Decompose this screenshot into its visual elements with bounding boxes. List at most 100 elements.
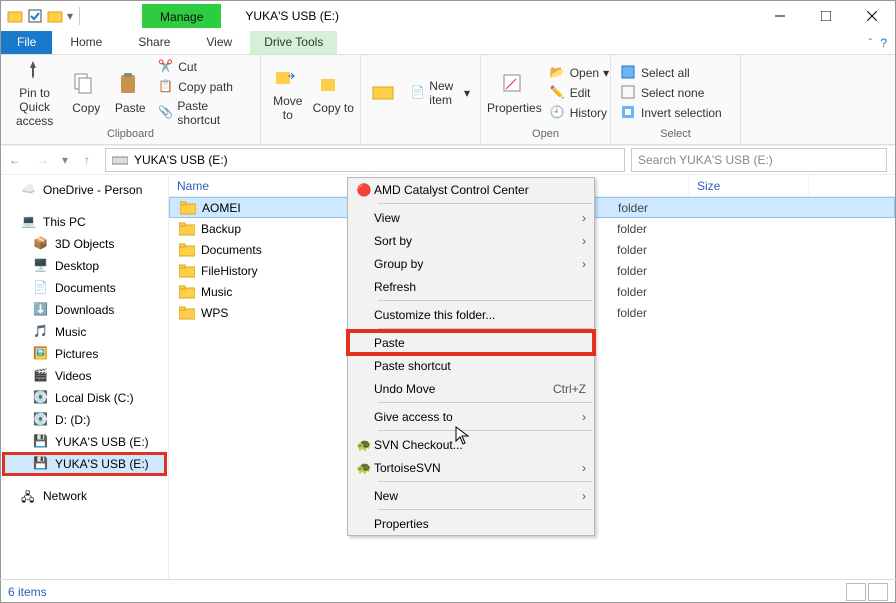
edit-button[interactable]: ✏️Edit bbox=[546, 84, 613, 102]
ribbon-collapse-icon[interactable]: ˇ bbox=[868, 36, 872, 50]
maximize-button[interactable] bbox=[803, 1, 849, 31]
tree-item[interactable]: 💾YUKA'S USB (E:) bbox=[3, 453, 166, 475]
ctx-customize[interactable]: Customize this folder... bbox=[348, 303, 594, 326]
ctx-view[interactable]: View› bbox=[348, 206, 594, 229]
new-item-icon: 📄 bbox=[410, 85, 425, 101]
cut-icon: ✂️ bbox=[158, 59, 174, 75]
tree-icon: 🖥️ bbox=[33, 258, 49, 274]
view-tab[interactable]: View bbox=[188, 31, 250, 54]
folder-icon bbox=[179, 222, 195, 236]
view-details-button[interactable] bbox=[846, 583, 866, 601]
ctx-refresh[interactable]: Refresh bbox=[348, 275, 594, 298]
share-tab[interactable]: Share bbox=[120, 31, 188, 54]
column-name[interactable]: Name bbox=[169, 175, 369, 196]
contextual-tab-label: Manage bbox=[142, 4, 221, 28]
history-button[interactable]: 🕘History bbox=[546, 104, 613, 122]
copy-to-button[interactable]: Copy to bbox=[313, 58, 355, 128]
move-icon bbox=[274, 64, 302, 92]
ctx-undo[interactable]: Undo MoveCtrl+Z bbox=[348, 377, 594, 400]
select-none-button[interactable]: Select none bbox=[617, 84, 726, 102]
folder-icon bbox=[179, 306, 195, 320]
properties-button[interactable]: Properties bbox=[487, 58, 542, 128]
network-icon: 🖧 bbox=[21, 488, 37, 504]
invert-selection-icon bbox=[621, 105, 637, 121]
amd-icon: 🔴 bbox=[354, 183, 374, 197]
tree-icon: 💽 bbox=[33, 390, 49, 406]
qat-dropdown-icon[interactable]: ▾ bbox=[67, 9, 73, 23]
folder-icon bbox=[179, 243, 195, 257]
view-large-button[interactable] bbox=[868, 583, 888, 601]
up-button[interactable]: ↑ bbox=[73, 153, 101, 167]
window-title: YUKA'S USB (E:) bbox=[245, 9, 339, 23]
ctx-tortoisesvn[interactable]: 🐢TortoiseSVN› bbox=[348, 456, 594, 479]
drive-icon bbox=[112, 154, 128, 166]
tree-item[interactable]: 📄Documents bbox=[3, 277, 166, 299]
breadcrumb-text: YUKA'S USB (E:) bbox=[134, 153, 228, 167]
new-item-button[interactable]: 📄New item▾ bbox=[406, 78, 474, 108]
paste-shortcut-button[interactable]: 📎Paste shortcut bbox=[154, 98, 254, 128]
folder-icon bbox=[179, 285, 195, 299]
tree-onedrive[interactable]: ☁️OneDrive - Person bbox=[3, 179, 166, 201]
move-to-button[interactable]: Move to bbox=[267, 58, 309, 128]
folder-icon bbox=[7, 8, 23, 24]
help-icon[interactable]: ? bbox=[880, 36, 887, 50]
select-all-button[interactable]: Select all bbox=[617, 64, 726, 82]
tree-item[interactable]: 💽D: (D:) bbox=[3, 409, 166, 431]
tree-icon: 📄 bbox=[33, 280, 49, 296]
tortoise-icon: 🐢 bbox=[354, 461, 374, 475]
tree-this-pc[interactable]: 💻This PC bbox=[3, 211, 166, 233]
ctx-new[interactable]: New› bbox=[348, 484, 594, 507]
cut-button[interactable]: ✂️Cut bbox=[154, 58, 254, 76]
tree-item[interactable]: 💾YUKA'S USB (E:) bbox=[3, 431, 166, 453]
checkbox-icon[interactable] bbox=[27, 8, 43, 24]
tree-item[interactable]: 💽Local Disk (C:) bbox=[3, 387, 166, 409]
copy-button[interactable]: Copy bbox=[66, 58, 106, 128]
copy-to-icon bbox=[319, 71, 347, 99]
back-button[interactable]: ← bbox=[1, 153, 29, 167]
pin-icon bbox=[21, 58, 49, 84]
copy-path-button[interactable]: 📋Copy path bbox=[154, 78, 254, 96]
ctx-svn-checkout[interactable]: 🐢SVN Checkout... bbox=[348, 433, 594, 456]
tree-item[interactable]: ⬇️Downloads bbox=[3, 299, 166, 321]
open-icon: 📂 bbox=[550, 65, 566, 81]
tree-item[interactable]: 🎬Videos bbox=[3, 365, 166, 387]
ctx-paste[interactable]: Paste bbox=[348, 331, 594, 354]
open-button[interactable]: 📂Open▾ bbox=[546, 64, 613, 82]
ctx-group[interactable]: Group by› bbox=[348, 252, 594, 275]
forward-button[interactable]: → bbox=[29, 153, 57, 167]
ctx-give-access[interactable]: Give access to› bbox=[348, 405, 594, 428]
folder2-icon[interactable] bbox=[47, 8, 63, 24]
tree-network[interactable]: 🖧Network bbox=[3, 485, 166, 507]
home-tab[interactable]: Home bbox=[52, 31, 120, 54]
paste-icon bbox=[116, 71, 144, 99]
tree-item[interactable]: 📦3D Objects bbox=[3, 233, 166, 255]
recent-dropdown[interactable]: ▾ bbox=[57, 153, 73, 167]
drive-tools-tab[interactable]: Drive Tools bbox=[250, 31, 337, 54]
status-text: 6 items bbox=[8, 585, 47, 599]
ctx-sort[interactable]: Sort by› bbox=[348, 229, 594, 252]
ctx-amd[interactable]: 🔴AMD Catalyst Control Center bbox=[348, 178, 594, 201]
paste-button[interactable]: Paste bbox=[110, 58, 150, 128]
breadcrumb[interactable]: YUKA'S USB (E:) bbox=[105, 148, 625, 172]
search-input[interactable]: Search YUKA'S USB (E:) bbox=[631, 148, 887, 172]
select-all-icon bbox=[621, 65, 637, 81]
ctx-properties[interactable]: Properties bbox=[348, 512, 594, 535]
group-open: Open bbox=[487, 128, 604, 142]
folder-icon bbox=[180, 201, 196, 215]
new-folder-button[interactable] bbox=[367, 58, 402, 128]
cloud-icon: ☁️ bbox=[21, 182, 37, 198]
tree-item[interactable]: 🖥️Desktop bbox=[3, 255, 166, 277]
pc-icon: 💻 bbox=[21, 214, 37, 230]
tree-item[interactable]: 🖼️Pictures bbox=[3, 343, 166, 365]
minimize-button[interactable] bbox=[757, 1, 803, 31]
tree-item[interactable]: 🎵Music bbox=[3, 321, 166, 343]
tree-icon: 💾 bbox=[33, 456, 49, 472]
file-tab[interactable]: File bbox=[1, 31, 52, 54]
column-size[interactable]: Size bbox=[689, 175, 809, 196]
close-button[interactable] bbox=[849, 1, 895, 31]
pin-quick-access-button[interactable]: Pin to Quick access bbox=[7, 58, 62, 128]
navigation-tree[interactable]: ☁️OneDrive - Person 💻This PC 📦3D Objects… bbox=[1, 175, 169, 580]
edit-icon: ✏️ bbox=[550, 85, 566, 101]
invert-selection-button[interactable]: Invert selection bbox=[617, 104, 726, 122]
ctx-paste-shortcut[interactable]: Paste shortcut bbox=[348, 354, 594, 377]
